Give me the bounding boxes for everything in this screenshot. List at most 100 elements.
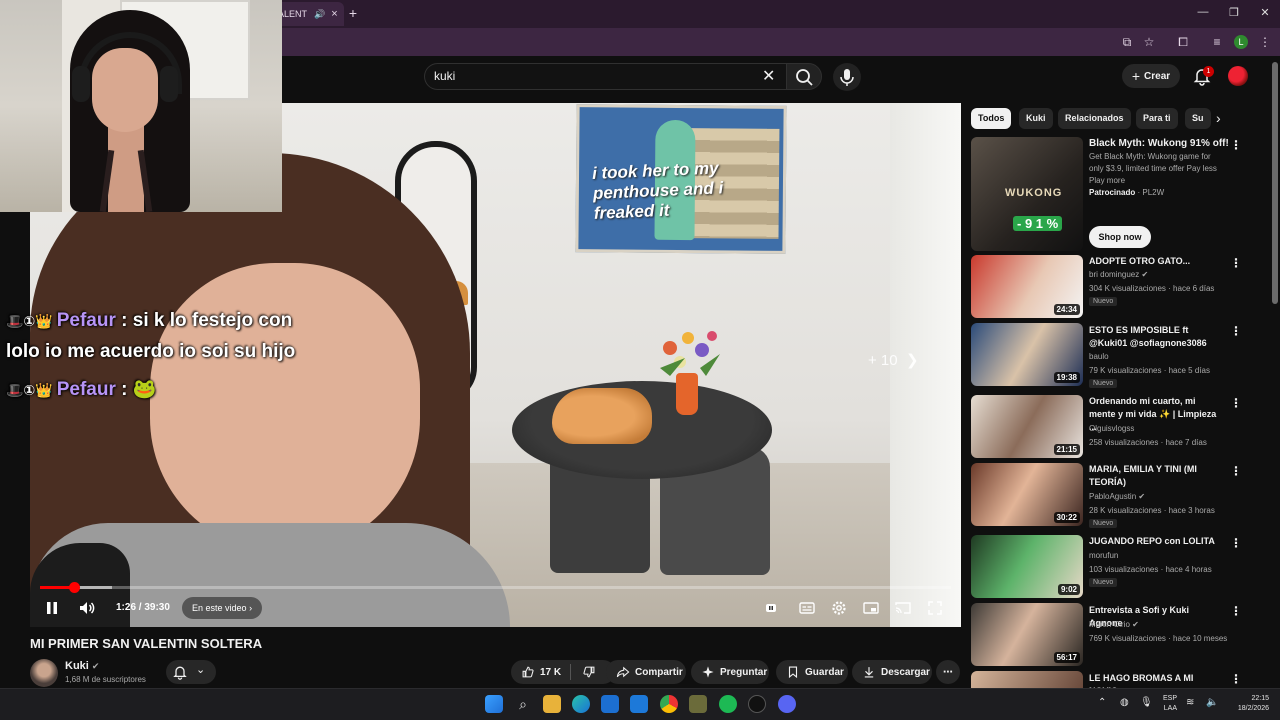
speaker-icon[interactable]: 🔈 (1206, 697, 1218, 708)
rec-thumbnail[interactable]: 21:15 (971, 395, 1083, 458)
input-language[interactable]: ESP LAA (1163, 694, 1177, 714)
taskbar-search-icon[interactable]: ⌕ (514, 695, 532, 713)
chip-relacionados[interactable]: Relacionados (1058, 108, 1131, 129)
search-query[interactable]: kuki (434, 69, 455, 83)
wifi-icon[interactable]: ≋ (1186, 697, 1194, 708)
download-button[interactable]: Descargar (852, 660, 932, 684)
microphone-tray-icon[interactable]: 🎙 (1140, 697, 1153, 708)
edge-icon[interactable] (572, 695, 590, 713)
more-actions-button[interactable]: ⋯ (936, 660, 960, 684)
rec-thumbnail[interactable]: 24:34 (971, 255, 1083, 318)
rec-thumbnail[interactable]: 19:38 (971, 323, 1083, 386)
rec-channel[interactable]: Olguisvlogss (1089, 424, 1134, 433)
account-avatar[interactable] (1228, 66, 1248, 86)
channel-avatar[interactable] (30, 659, 58, 687)
new-tab-button[interactable]: + (346, 4, 360, 22)
notes-app-icon[interactable] (689, 695, 707, 713)
rec-thumbnail[interactable]: 30:22 (971, 463, 1083, 526)
minimize-icon[interactable]: — (1195, 6, 1211, 18)
bookmark-star-icon[interactable]: ☆ (1140, 33, 1158, 51)
tab-close-icon[interactable]: × (331, 8, 337, 20)
rec-thumbnail[interactable]: 56:17 (971, 603, 1083, 666)
rec-more-icon[interactable]: ⋮ (1230, 256, 1242, 270)
file-explorer-icon[interactable] (543, 695, 561, 713)
obs-icon[interactable] (748, 695, 766, 713)
rec-channel[interactable]: bri dominguez ✔ (1089, 270, 1148, 279)
chat-badges-icon: 🎩①👑 (6, 313, 53, 329)
subscription-bell-button[interactable]: ⌄ (166, 660, 216, 684)
chip-todos[interactable]: Todos (971, 108, 1012, 129)
rec-channel-name: baulo (1089, 352, 1109, 361)
volume-button[interactable] (77, 598, 97, 618)
outlook-icon[interactable] (630, 695, 648, 713)
channel-name-text: Kuki (65, 660, 89, 672)
ask-button[interactable]: Preguntar (691, 660, 769, 684)
search-button[interactable] (786, 63, 822, 90)
ad-more-icon[interactable]: ⋮ (1230, 138, 1242, 152)
rec-channel[interactable]: PabloAgustin ✔ (1089, 492, 1145, 501)
rec-more-icon[interactable]: ⋮ (1230, 464, 1242, 478)
verified-icon: ✔ (1141, 270, 1149, 279)
tab-audio-icon[interactable]: 🔊 (314, 9, 325, 20)
ad-thumbnail[interactable]: WUKONG - 9 1 % (971, 137, 1083, 251)
voice-search-button[interactable] (833, 63, 861, 91)
settings-button[interactable] (829, 598, 849, 618)
dislike-button[interactable] (576, 665, 596, 679)
chip-kuki[interactable]: Kuki (1019, 108, 1053, 129)
subtitles-button[interactable] (797, 598, 817, 618)
rec-title[interactable]: ADOPTE OTRO GATO... (1089, 255, 1223, 268)
rec-thumbnail[interactable] (971, 671, 1083, 688)
miniplayer-button[interactable] (861, 598, 881, 618)
rec-title[interactable]: MARIA, EMILIA Y TINI (MI TEORÍA) (1089, 463, 1223, 489)
clock[interactable]: 22:15 18/2/2026 (1225, 694, 1269, 714)
progress-scrubber[interactable] (68, 582, 80, 593)
browser-menu-icon[interactable]: ⋮ (1256, 33, 1274, 51)
chip-suscripciones[interactable]: Su (1185, 108, 1211, 129)
chapters-button[interactable]: En este video › (182, 597, 262, 619)
browser-profile-avatar[interactable]: L (1234, 35, 1248, 49)
rec-more-icon[interactable]: ⋮ (1230, 536, 1242, 550)
rec-thumbnail[interactable]: 9:02 (971, 535, 1083, 598)
page-scrollbar[interactable] (1272, 62, 1278, 304)
pepe-emote-icon: 🐸 (132, 379, 157, 400)
discord-icon[interactable] (778, 695, 796, 713)
rec-title[interactable]: ESTO ES IMPOSIBLE ft @Kuki01 @sofiagnone… (1089, 324, 1223, 350)
restore-icon[interactable]: ❐ (1226, 6, 1242, 19)
search-input[interactable] (424, 63, 786, 90)
shop-now-button[interactable]: Shop now (1089, 226, 1151, 248)
rec-more-icon[interactable]: ⋮ (1230, 604, 1242, 618)
autoplay-toggle[interactable] (761, 598, 781, 618)
tray-chevron-icon[interactable]: ⌃ (1098, 697, 1106, 708)
rec-more-icon[interactable]: ⋮ (1230, 396, 1242, 410)
chrome-icon[interactable] (660, 695, 678, 713)
rec-channel[interactable]: Martin Cirio ✔ (1089, 620, 1139, 629)
save-button[interactable]: Guardar (776, 660, 848, 684)
fullscreen-button[interactable] (925, 598, 945, 618)
rec-more-icon[interactable]: ⋮ (1230, 672, 1242, 686)
channel-name[interactable]: Kuki ✔ (65, 660, 99, 672)
clear-search-icon[interactable]: ✕ (762, 66, 775, 86)
pause-button[interactable] (42, 598, 62, 618)
spotify-icon[interactable] (719, 695, 737, 713)
rec-channel[interactable]: baulo (1089, 352, 1109, 361)
share-button[interactable]: Compartir (606, 660, 686, 684)
window-close-icon[interactable]: ✕ (1257, 6, 1273, 19)
extensions-icon[interactable]: ⧠ (1174, 33, 1192, 51)
windows-start-icon[interactable] (485, 695, 503, 713)
chip-para-ti[interactable]: Para ti (1136, 108, 1178, 129)
cast-button[interactable] (893, 598, 913, 618)
cast-icon[interactable]: ⧉ (1118, 33, 1136, 51)
rec-channel[interactable]: morufun (1089, 551, 1118, 560)
rec-title[interactable]: JUGANDO REPO con LOLITA (1089, 535, 1223, 548)
skip-forward-button[interactable]: + 10 ❯ (868, 351, 919, 369)
create-button[interactable]: + Crear (1122, 64, 1180, 88)
chevron-right-icon[interactable]: › (1216, 110, 1221, 126)
like-button[interactable]: 17 K (521, 665, 561, 679)
ad-title[interactable]: Black Myth: Wukong 91% off! (1089, 138, 1229, 149)
rec-more-icon[interactable]: ⋮ (1230, 324, 1242, 338)
media-control-icon[interactable]: ≡ (1208, 33, 1226, 51)
download-icon (864, 667, 874, 678)
progress-bar[interactable] (40, 586, 951, 589)
store-icon[interactable] (601, 695, 619, 713)
network-icon[interactable]: ◍ (1120, 697, 1129, 708)
